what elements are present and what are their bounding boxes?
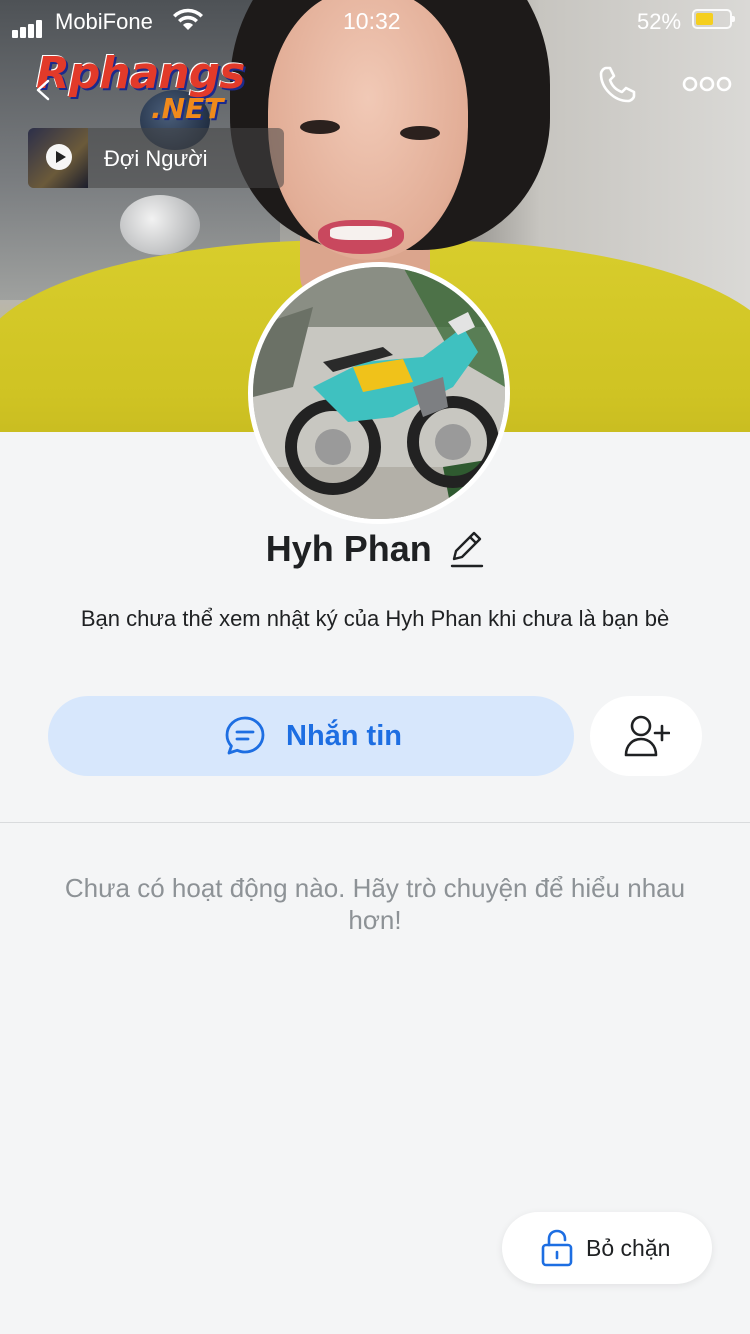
music-title: Đợi Người [104, 146, 208, 171]
cover-photo-eye [300, 120, 340, 134]
avatar[interactable] [248, 262, 510, 524]
signal-icon [12, 12, 44, 38]
watermark-sub: .NET [151, 92, 224, 125]
profile-name-row: Hyh Phan [0, 528, 750, 570]
section-divider [0, 822, 750, 823]
add-friend-icon [624, 715, 670, 757]
back-icon[interactable] [32, 78, 56, 102]
profile-name: Hyh Phan [265, 528, 432, 569]
unblock-button-label: Bỏ chặn [586, 1235, 671, 1261]
watermark-logo: Rphangs .NET [36, 48, 266, 128]
friend-restriction-notice: Bạn chưa thể xem nhật ký của Hyh Phan kh… [80, 606, 670, 631]
status-bar: MobiFone 10:32 52% [0, 0, 750, 40]
profile-music-chip[interactable]: Đợi Người [28, 128, 284, 188]
cover-photo-helmet [120, 195, 200, 255]
battery-percent: 52% [637, 9, 682, 34]
motorbike-image [253, 267, 505, 519]
battery-icon [692, 9, 735, 29]
battery-fill [696, 13, 713, 25]
unlock-icon [541, 1229, 573, 1267]
chat-icon [225, 716, 265, 755]
more-icon[interactable] [682, 70, 732, 98]
avatar-image [253, 267, 505, 519]
add-friend-button[interactable] [590, 696, 702, 776]
cover-photo-eye [400, 126, 440, 140]
unblock-button[interactable]: Bỏ chặn [502, 1212, 712, 1284]
clock: 10:32 [343, 8, 401, 34]
phone-icon[interactable] [596, 62, 640, 106]
play-icon[interactable] [46, 144, 72, 170]
carrier-name: MobiFone [55, 9, 153, 34]
message-button-label: Nhắn tin [286, 720, 402, 752]
pencil-icon[interactable] [448, 529, 484, 569]
message-button[interactable]: Nhắn tin [48, 696, 574, 776]
wifi-icon [173, 8, 203, 30]
empty-activity-text: Chưa có hoạt động nào. Hãy trò chuyện để… [64, 873, 686, 935]
music-thumbnail [28, 128, 88, 188]
cover-photo-teeth [330, 226, 392, 240]
profile-screen: MobiFone 10:32 52% Rphangs .NET Đợi Ngườ… [0, 0, 750, 1334]
